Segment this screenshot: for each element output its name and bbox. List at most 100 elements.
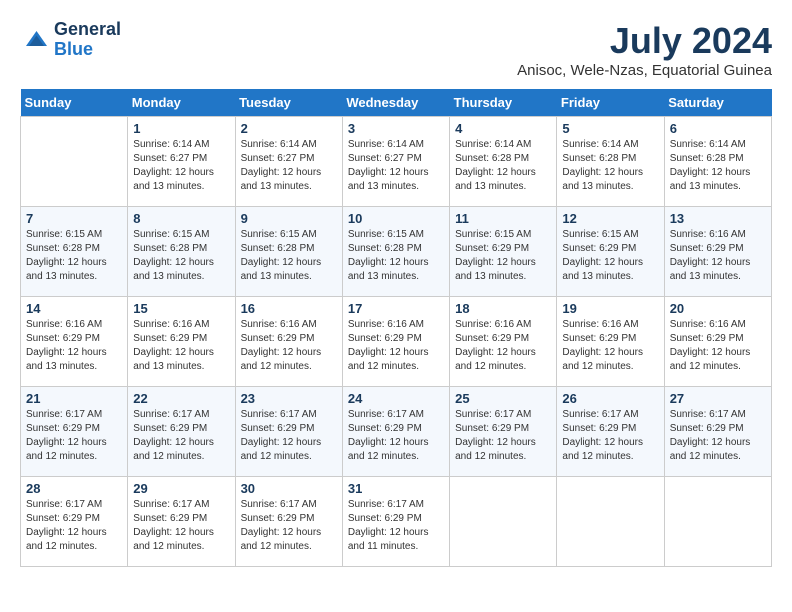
weekday-header: Wednesday <box>342 89 449 117</box>
day-number: 27 <box>670 391 766 406</box>
day-info: Sunrise: 6:17 AM Sunset: 6:29 PM Dayligh… <box>562 408 658 464</box>
day-info: Sunrise: 6:16 AM Sunset: 6:29 PM Dayligh… <box>26 318 122 374</box>
day-number: 7 <box>26 211 122 226</box>
calendar-cell: 1 Sunrise: 6:14 AM Sunset: 6:27 PM Daylig… <box>128 117 235 207</box>
day-info: Sunrise: 6:17 AM Sunset: 6:29 PM Dayligh… <box>241 408 337 464</box>
day-info: Sunrise: 6:16 AM Sunset: 6:29 PM Dayligh… <box>133 318 229 374</box>
day-info: Sunrise: 6:16 AM Sunset: 6:29 PM Dayligh… <box>562 318 658 374</box>
day-number: 30 <box>241 481 337 496</box>
calendar-cell: 22Sunrise: 6:17 AM Sunset: 6:29 PM Dayli… <box>128 387 235 477</box>
calendar-cell: 18 Sunrise: 6:16 AM Sunset: 6:29 PM Dayli… <box>450 297 557 387</box>
day-info: Sunrise: 6:17 AM Sunset: 6:29 PM Dayligh… <box>670 408 766 464</box>
day-number: 2 <box>241 121 337 136</box>
calendar-cell: 21Sunrise: 6:17 AM Sunset: 6:29 PM Dayli… <box>21 387 128 477</box>
weekday-header: Tuesday <box>235 89 342 117</box>
logo-blue: Blue <box>54 39 93 59</box>
location-subtitle: Anisoc, Wele-Nzas, Equatorial Guinea <box>517 62 772 79</box>
day-info: Sunrise: 6:17 AM Sunset: 6:29 PM Dayligh… <box>133 498 229 554</box>
day-number: 23 <box>241 391 337 406</box>
weekday-header-row: SundayMondayTuesdayWednesdayThursdayFrid… <box>21 89 772 117</box>
logo-icon <box>20 25 50 55</box>
weekday-header: Monday <box>128 89 235 117</box>
calendar-cell <box>21 117 128 207</box>
calendar-table: SundayMondayTuesdayWednesdayThursdayFrid… <box>20 89 772 567</box>
day-number: 26 <box>562 391 658 406</box>
logo-general: General <box>54 19 121 39</box>
day-number: 8 <box>133 211 229 226</box>
day-number: 18 <box>455 301 551 316</box>
day-info: Sunrise: 6:17 AM Sunset: 6:29 PM Dayligh… <box>26 498 122 554</box>
day-info: Sunrise: 6:16 AM Sunset: 6:29 PM Dayligh… <box>670 318 766 374</box>
calendar-cell: 5Sunrise: 6:14 AM Sunset: 6:28 PM Daylig… <box>557 117 664 207</box>
weekday-header: Saturday <box>664 89 771 117</box>
day-info: Sunrise: 6:14 AM Sunset: 6:27 PM Dayligh… <box>133 138 229 194</box>
day-number: 24 <box>348 391 444 406</box>
calendar-cell: 10Sunrise: 6:15 AM Sunset: 6:28 PM Dayli… <box>342 207 449 297</box>
calendar-cell: 14 Sunrise: 6:16 AM Sunset: 6:29 PM Dayli… <box>21 297 128 387</box>
day-number: 9 <box>241 211 337 226</box>
day-number: 28 <box>26 481 122 496</box>
day-info: Sunrise: 6:14 AM Sunset: 6:27 PM Dayligh… <box>348 138 444 194</box>
day-number: 14 <box>26 301 122 316</box>
day-info: Sunrise: 6:16 AM Sunset: 6:29 PM Dayligh… <box>670 228 766 284</box>
calendar-week-row: 1 Sunrise: 6:14 AM Sunset: 6:27 PM Daylig… <box>21 117 772 207</box>
calendar-cell: 19 Sunrise: 6:16 AM Sunset: 6:29 PM Dayli… <box>557 297 664 387</box>
day-number: 19 <box>562 301 658 316</box>
title-section: July 2024 Anisoc, Wele-Nzas, Equatorial … <box>517 20 772 79</box>
day-info: Sunrise: 6:15 AM Sunset: 6:28 PM Dayligh… <box>241 228 337 284</box>
calendar-cell: 25Sunrise: 6:17 AM Sunset: 6:29 PM Dayli… <box>450 387 557 477</box>
calendar-week-row: 21 Sunrise: 6:17 AM Sunset: 6:29 PM Dayli… <box>21 387 772 477</box>
day-number: 11 <box>455 211 551 226</box>
day-number: 3 <box>348 121 444 136</box>
day-info: Sunrise: 6:14 AM Sunset: 6:28 PM Dayligh… <box>455 138 551 194</box>
calendar-cell: 11Sunrise: 6:15 AM Sunset: 6:29 PM Dayli… <box>450 207 557 297</box>
day-info: Sunrise: 6:16 AM Sunset: 6:29 PM Dayligh… <box>455 318 551 374</box>
calendar-cell: 20 Sunrise: 6:16 AM Sunset: 6:29 PM Dayli… <box>664 297 771 387</box>
logo-text: General Blue <box>54 20 121 60</box>
calendar-cell: 16 Sunrise: 6:16 AM Sunset: 6:29 PM Dayli… <box>235 297 342 387</box>
day-info: Sunrise: 6:16 AM Sunset: 6:29 PM Dayligh… <box>241 318 337 374</box>
day-info: Sunrise: 6:15 AM Sunset: 6:29 PM Dayligh… <box>562 228 658 284</box>
calendar-cell: 7Sunrise: 6:15 AM Sunset: 6:28 PM Daylig… <box>21 207 128 297</box>
calendar-cell: 30Sunrise: 6:17 AM Sunset: 6:29 PM Dayli… <box>235 477 342 567</box>
calendar-cell: 2 Sunrise: 6:14 AM Sunset: 6:27 PM Daylig… <box>235 117 342 207</box>
calendar-cell: 27 Sunrise: 6:17 AM Sunset: 6:29 PM Dayli… <box>664 387 771 477</box>
calendar-cell: 28 Sunrise: 6:17 AM Sunset: 6:29 PM Dayli… <box>21 477 128 567</box>
day-number: 16 <box>241 301 337 316</box>
day-number: 25 <box>455 391 551 406</box>
month-year-title: July 2024 <box>517 20 772 62</box>
calendar-cell: 8 Sunrise: 6:15 AM Sunset: 6:28 PM Daylig… <box>128 207 235 297</box>
weekday-header: Friday <box>557 89 664 117</box>
calendar-cell: 6 Sunrise: 6:14 AM Sunset: 6:28 PM Daylig… <box>664 117 771 207</box>
day-info: Sunrise: 6:15 AM Sunset: 6:28 PM Dayligh… <box>133 228 229 284</box>
day-info: Sunrise: 6:14 AM Sunset: 6:27 PM Dayligh… <box>241 138 337 194</box>
day-info: Sunrise: 6:14 AM Sunset: 6:28 PM Dayligh… <box>562 138 658 194</box>
day-number: 29 <box>133 481 229 496</box>
weekday-header: Sunday <box>21 89 128 117</box>
day-number: 6 <box>670 121 766 136</box>
weekday-header: Thursday <box>450 89 557 117</box>
day-number: 22 <box>133 391 229 406</box>
calendar-cell: 31Sunrise: 6:17 AM Sunset: 6:29 PM Dayli… <box>342 477 449 567</box>
day-info: Sunrise: 6:17 AM Sunset: 6:29 PM Dayligh… <box>348 498 444 554</box>
calendar-cell: 9 Sunrise: 6:15 AM Sunset: 6:28 PM Daylig… <box>235 207 342 297</box>
calendar-cell: 29 Sunrise: 6:17 AM Sunset: 6:29 PM Dayli… <box>128 477 235 567</box>
day-number: 13 <box>670 211 766 226</box>
calendar-week-row: 28 Sunrise: 6:17 AM Sunset: 6:29 PM Dayli… <box>21 477 772 567</box>
day-number: 21 <box>26 391 122 406</box>
calendar-cell: 3 Sunrise: 6:14 AM Sunset: 6:27 PM Daylig… <box>342 117 449 207</box>
calendar-cell: 24Sunrise: 6:17 AM Sunset: 6:29 PM Dayli… <box>342 387 449 477</box>
day-info: Sunrise: 6:14 AM Sunset: 6:28 PM Dayligh… <box>670 138 766 194</box>
day-number: 12 <box>562 211 658 226</box>
day-number: 20 <box>670 301 766 316</box>
calendar-cell <box>450 477 557 567</box>
calendar-cell: 13 Sunrise: 6:16 AM Sunset: 6:29 PM Dayli… <box>664 207 771 297</box>
calendar-cell <box>664 477 771 567</box>
calendar-week-row: 7 Sunrise: 6:15 AM Sunset: 6:28 PM Daylig… <box>21 207 772 297</box>
calendar-cell: 23 Sunrise: 6:17 AM Sunset: 6:29 PM Dayli… <box>235 387 342 477</box>
calendar-cell <box>557 477 664 567</box>
day-number: 15 <box>133 301 229 316</box>
day-number: 10 <box>348 211 444 226</box>
day-number: 1 <box>133 121 229 136</box>
calendar-cell: 26 Sunrise: 6:17 AM Sunset: 6:29 PM Dayli… <box>557 387 664 477</box>
